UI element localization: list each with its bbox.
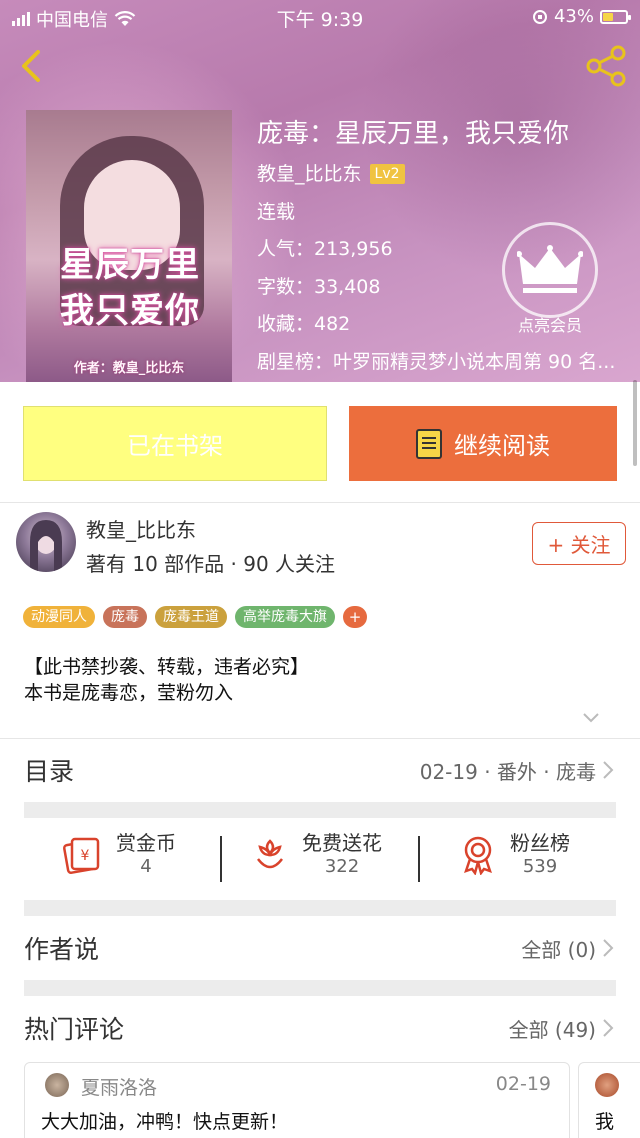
author-says-title: 作者说	[24, 935, 100, 964]
tag[interactable]: 庞毒	[103, 606, 147, 628]
tag[interactable]: 庞毒王道	[155, 606, 227, 628]
commenter-name: 夏雨洛洛	[81, 1077, 158, 1099]
book-icon	[416, 428, 442, 459]
divider	[0, 502, 640, 503]
back-icon[interactable]	[14, 46, 50, 86]
on-shelf-button[interactable]: 已在书架	[23, 406, 327, 481]
more-tags-button[interactable]: +	[343, 606, 367, 628]
vip-button[interactable]: 点亮会员	[500, 222, 600, 336]
level-badge: Lv2	[369, 164, 405, 184]
book-title: 庞毒：星辰万里，我只爱你	[257, 119, 570, 149]
hot-comments-row[interactable]: 热门评论 全部 (49)	[24, 1000, 614, 1056]
vip-label: 点亮会员	[517, 316, 582, 335]
reward-fans[interactable]: 粉丝榜 539	[460, 822, 570, 888]
author-stats: 著有 10 部作品 · 90 人关注	[86, 552, 336, 576]
hot-comments-title: 热门评论	[24, 1015, 125, 1044]
reward-coins[interactable]: ¥ 赏金币 4	[62, 822, 176, 888]
author-says-row[interactable]: 作者说 全部 (0)	[24, 920, 614, 976]
hot-comments-all: 全部 (49)	[508, 1017, 596, 1042]
book-author-row: 教皇_比比东 Lv2	[257, 156, 640, 194]
scrollbar[interactable]	[633, 380, 637, 466]
flower-icon	[257, 839, 283, 869]
catalog-latest: 02-19 · 番外 · 庞毒	[419, 759, 596, 784]
tag[interactable]: 动漫同人	[23, 606, 95, 628]
commenter-avatar[interactable]	[45, 1073, 69, 1097]
reward-bar: ¥ 赏金币 4 免费送花 322 粉丝榜 539	[0, 822, 640, 888]
continue-reading-button[interactable]: 继续阅读	[349, 406, 617, 481]
book-cover[interactable]: 星辰万里 我只爱你 作者：教皇_比比东	[26, 110, 232, 382]
share-icon[interactable]	[584, 44, 628, 88]
red-envelope-icon: ¥	[63, 837, 100, 874]
orientation-lock-icon	[532, 9, 547, 24]
book-author[interactable]: 教皇_比比东	[257, 163, 362, 185]
follow-button[interactable]: + 关注	[532, 522, 626, 565]
crown-icon	[517, 245, 583, 293]
status-bar: 中国电信 下午 9:39 43%	[0, 0, 640, 34]
medal-icon	[464, 836, 492, 875]
svg-text:¥: ¥	[81, 848, 90, 864]
battery-icon	[600, 9, 631, 24]
commenter-avatar[interactable]	[595, 1073, 619, 1097]
author-avatar[interactable]	[16, 512, 76, 572]
tag[interactable]: 高举庞毒大旗	[235, 606, 335, 628]
catalog-row[interactable]: 目录 02-19 · 番外 · 庞毒	[24, 742, 614, 798]
comment-date: 02-19	[495, 1073, 551, 1095]
comment-text: 大大加油，冲鸭！快点更新！	[41, 1111, 289, 1133]
chevron-right-icon	[603, 939, 614, 957]
author-name[interactable]: 教皇_比比东	[86, 514, 196, 543]
comment-text: 我	[595, 1111, 615, 1133]
book-ranking[interactable]: 剧星榜：叶罗丽精灵梦小说本周第 90 名...	[257, 344, 640, 382]
chevron-right-icon	[603, 761, 614, 779]
author-says-all: 全部 (0)	[521, 937, 596, 962]
book-detail-content: 已在书架 继续阅读 教皇_比比东 著有 10 部作品 · 90 人关注 + 关注…	[0, 382, 640, 1138]
catalog-title: 目录	[24, 757, 75, 786]
battery-percent: 43%	[553, 6, 594, 27]
expand-chevron-icon[interactable]	[582, 712, 600, 724]
comment-card[interactable]: 我	[578, 1062, 640, 1138]
book-description: 【此书禁抄袭、转载，违者必究】 本书是庞毒恋，莹粉勿入	[24, 656, 310, 704]
comment-card[interactable]: 夏雨洛洛 02-19 大大加油，冲鸭！快点更新！	[24, 1062, 570, 1138]
section-gap	[24, 802, 616, 818]
reward-flowers[interactable]: 免费送花 322	[252, 822, 382, 888]
chevron-right-icon	[603, 1019, 614, 1037]
tag-list: 动漫同人 庞毒 庞毒王道 高举庞毒大旗 +	[23, 606, 367, 628]
author-card: 教皇_比比东 著有 10 部作品 · 90 人关注 + 关注	[16, 512, 626, 576]
